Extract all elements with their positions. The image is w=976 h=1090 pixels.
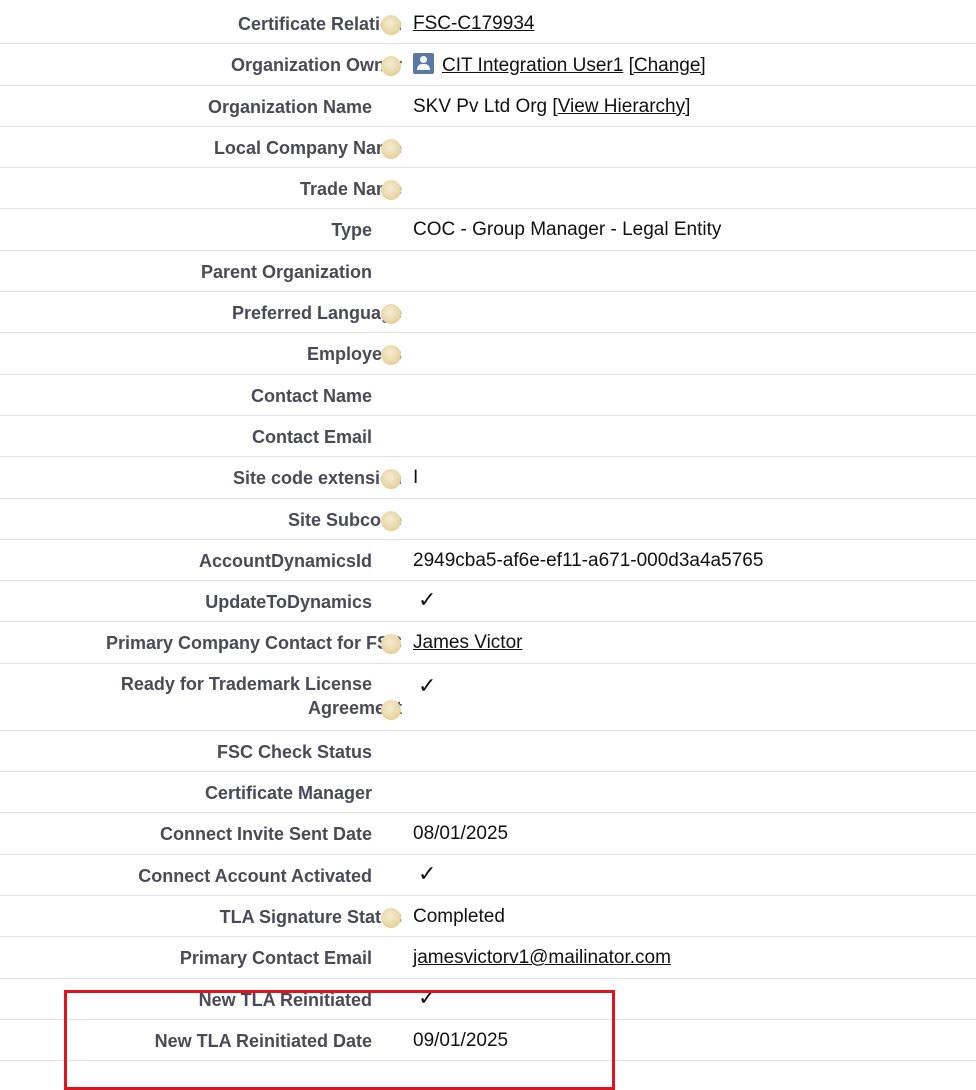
bracket-close: ] <box>685 95 691 117</box>
field-label: Local Company Name <box>213 137 402 158</box>
row-new-tla-reinitiated-date: New TLA Reinitiated Date 09/01/2025 <box>0 1020 976 1062</box>
row-fsc-check-status: FSC Check Status <box>0 731 976 773</box>
field-label: TLA Signature Status <box>219 906 402 927</box>
primary-contact-email-link[interactable]: jamesvictorv1@mailinator.com <box>413 947 671 968</box>
row-connect-account-activated: Connect Account Activated ✓ <box>0 855 976 896</box>
field-label: Organization Name <box>207 96 372 117</box>
field-value: James Victor <box>413 631 522 655</box>
field-label: New TLA Reinitiated Date <box>154 1030 372 1051</box>
row-employees: Employees <box>0 333 976 375</box>
help-icon[interactable] <box>381 699 401 720</box>
field-label: Site Subcode <box>287 509 402 530</box>
field-label: Ready for Trademark License <box>120 673 372 694</box>
field-label: FSC Check Status <box>216 741 372 762</box>
row-connect-invite-sent-date: Connect Invite Sent Date 08/01/2025 <box>0 813 976 855</box>
field-label: Connect Account Activated <box>138 865 372 886</box>
field-label: New TLA Reinitiated <box>198 989 372 1010</box>
field-label: Primary Contact Email <box>179 948 372 969</box>
row-organization-name: Organization Name SKV Pv Ltd Org [View H… <box>0 86 976 127</box>
help-icon[interactable] <box>381 304 401 325</box>
checkmark-icon: ✓ <box>418 588 437 614</box>
field-label: Contact Name <box>250 385 372 406</box>
row-tla-signature-status: TLA Signature Status Completed <box>0 896 976 938</box>
field-label: UpdateToDynamics <box>205 592 372 613</box>
row-contact-name: Contact Name <box>0 375 976 416</box>
field-label: Organization Owner <box>230 55 402 76</box>
field-label: Type <box>331 220 372 241</box>
field-value: jamesvictorv1@mailinator.com <box>413 946 671 970</box>
row-preferred-language: Preferred Language <box>0 292 976 334</box>
field-value: Completed <box>413 905 505 927</box>
row-site-code-extension: Site code extension I <box>0 457 976 499</box>
field-value: 09/01/2025 <box>413 1029 509 1051</box>
view-hierarchy-link[interactable]: View Hierarchy <box>558 96 685 117</box>
primary-contact-link[interactable]: James Victor <box>413 632 522 653</box>
help-icon[interactable] <box>381 138 401 159</box>
row-update-to-dynamics: UpdateToDynamics ✓ <box>0 581 976 623</box>
row-primary-company-contact: Primary Company Contact for FSC James Vi… <box>0 622 976 664</box>
certificate-relation-link[interactable]: FSC-C179934 <box>413 13 534 34</box>
row-certificate-relation: Certificate Relation FSC-C179934 <box>0 3 976 45</box>
field-value: I <box>413 467 419 489</box>
field-label: Primary Company Contact for FSC <box>105 633 402 654</box>
row-account-dynamics-id: AccountDynamicsId 2949cba5-af6e-ef11-a67… <box>0 540 976 582</box>
row-site-subcode: Site Subcode <box>0 499 976 540</box>
field-label: Parent Organization <box>200 261 372 282</box>
field-label: Contact Email <box>251 426 372 447</box>
row-ready-for-tla: Ready for Trademark License Agreement ✓ <box>0 664 976 731</box>
field-label: Preferred Language <box>231 303 402 324</box>
help-icon[interactable] <box>381 907 401 928</box>
row-local-company-name: Local Company Name <box>0 127 976 169</box>
owner-user-link[interactable]: CIT Integration User1 <box>442 55 623 76</box>
field-label: Site code extension <box>232 468 402 489</box>
row-primary-contact-email: Primary Contact Email jamesvictorv1@mail… <box>0 937 976 979</box>
row-new-tla-reinitiated: New TLA Reinitiated ✓ <box>0 979 976 1020</box>
checkmark-icon: ✓ <box>418 673 437 699</box>
field-label-line2: Agreement <box>307 697 402 718</box>
checkmark-icon: ✓ <box>418 985 437 1011</box>
field-label: Connect Invite Sent Date <box>159 824 372 845</box>
checkmark-icon: ✓ <box>418 861 437 887</box>
field-label: Certificate Relation <box>237 14 402 34</box>
row-contact-email: Contact Email <box>0 416 976 458</box>
field-value: 2949cba5-af6e-ef11-a671-000d3a4a5765 <box>413 549 764 571</box>
help-icon[interactable] <box>381 15 401 35</box>
field-label: Certificate Manager <box>204 783 372 804</box>
field-label: AccountDynamicsId <box>198 550 372 571</box>
organization-name-text: SKV Pv Ltd Org <box>413 95 548 117</box>
row-certificate-manager: Certificate Manager <box>0 772 976 814</box>
field-label: Employees <box>306 344 402 365</box>
row-parent-organization: Parent Organization <box>0 251 976 293</box>
user-icon <box>413 53 434 75</box>
field-value: SKV Pv Ltd Org [View Hierarchy] <box>413 95 690 119</box>
row-organization-owner: Organization Owner CIT Integration User1… <box>0 44 976 86</box>
detail-section: Certificate Relation FSC-C179934 Organiz… <box>0 3 976 1062</box>
field-value: FSC-C179934 <box>413 12 534 36</box>
field-label: Trade Name <box>299 179 402 200</box>
row-type: Type COC - Group Manager - Legal Entity <box>0 209 976 251</box>
field-value: 08/01/2025 <box>413 823 509 845</box>
row-trade-name: Trade Name <box>0 168 976 210</box>
field-value: CIT Integration User1 [Change] <box>413 53 706 78</box>
field-value: COC - Group Manager - Legal Entity <box>413 219 722 241</box>
change-owner-link[interactable]: [Change] <box>629 55 706 76</box>
help-icon[interactable] <box>381 510 401 531</box>
